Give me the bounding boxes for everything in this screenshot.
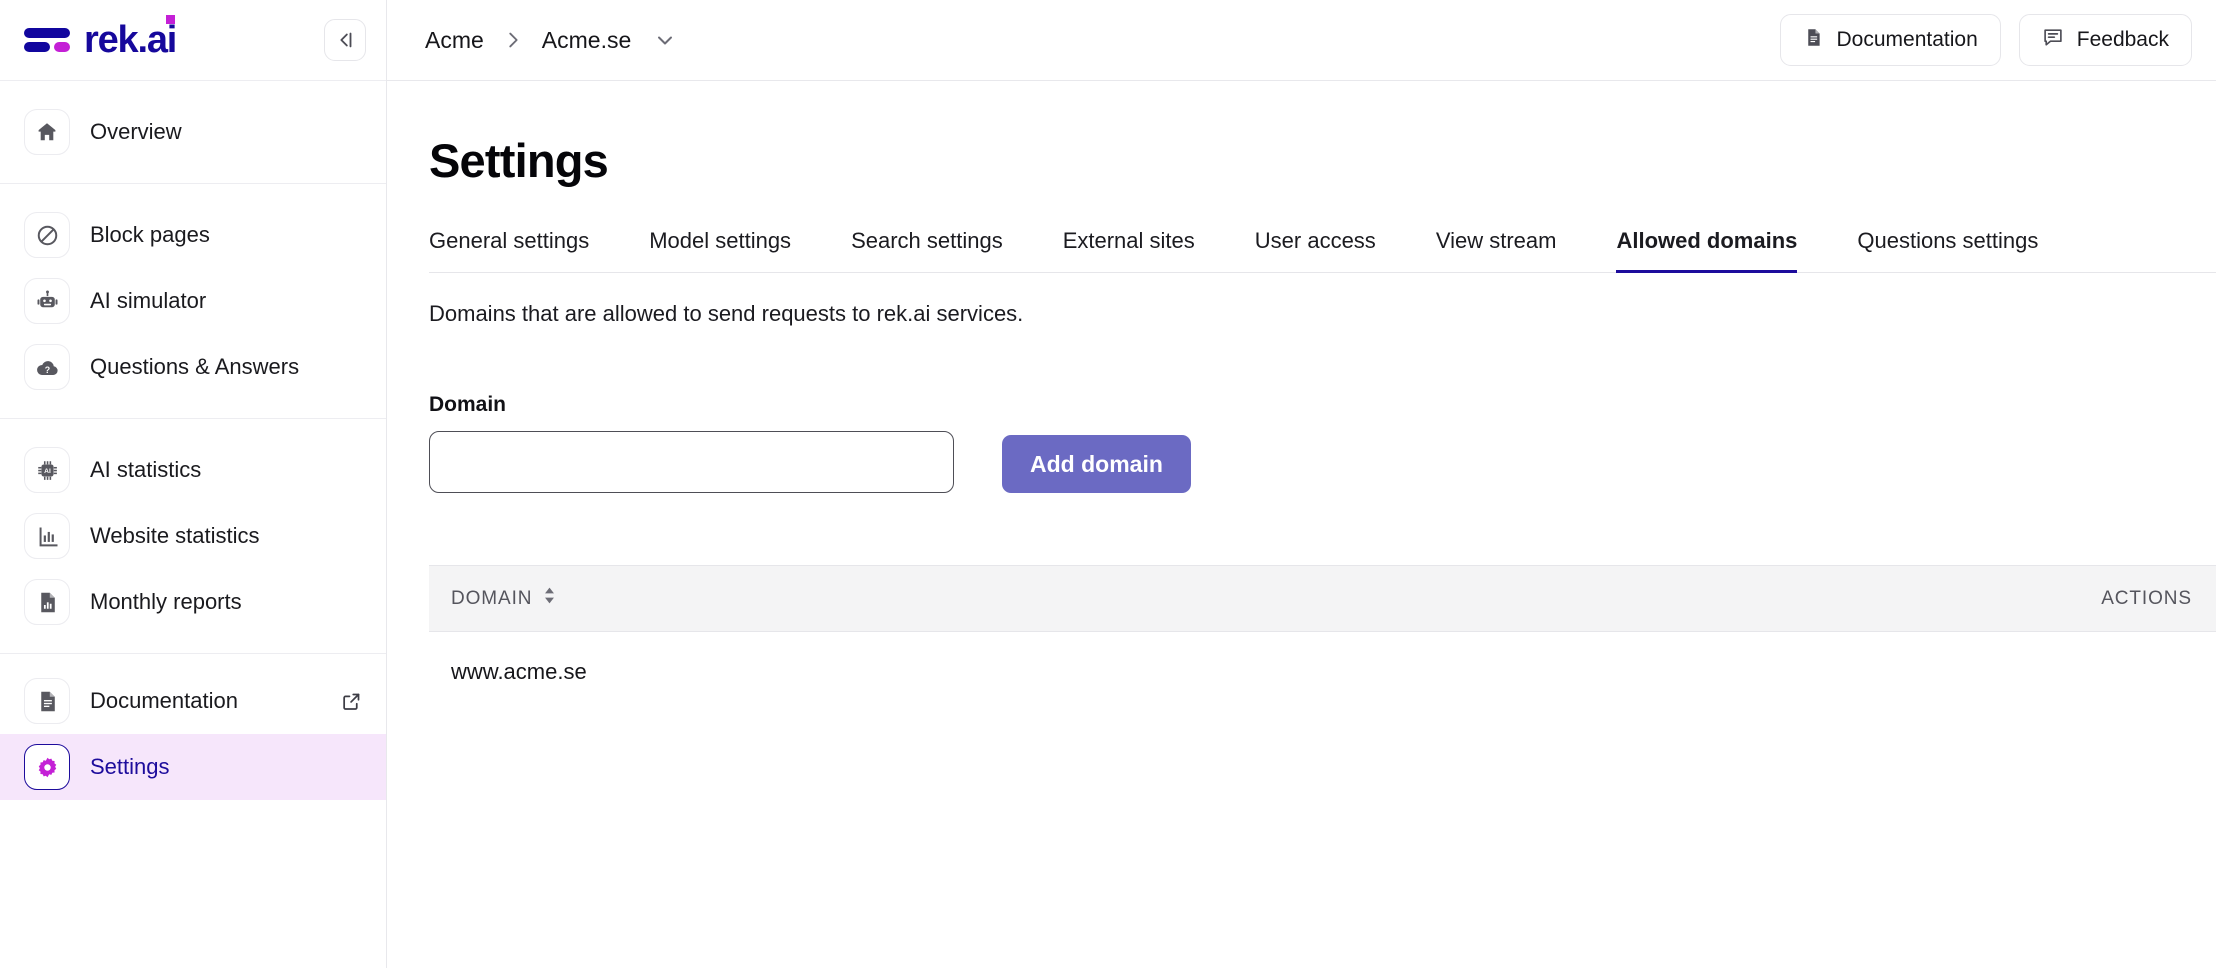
robot-icon [24,278,70,324]
sidebar-item-settings[interactable]: Settings [0,734,386,800]
report-document-icon [24,579,70,625]
sidebar-item-label: Overview [90,119,182,144]
rek-logo-mark [24,25,70,55]
svg-text:AI: AI [44,468,51,475]
tab-external-sites[interactable]: External sites [1063,228,1195,273]
domain-label: Domain [429,393,507,416]
gear-icon [24,744,70,790]
external-link-icon [341,691,362,712]
sidebar-item-questions-answers[interactable]: ? Questions & Answers [0,334,386,400]
domain-field-group: Domain [429,393,954,493]
cell-domain: www.acme.se [451,659,587,684]
breadcrumb-item-org[interactable]: Acme [425,27,484,54]
tab-user-access[interactable]: User access [1255,228,1376,273]
breadcrumb-item-site[interactable]: Acme.se [542,27,631,54]
collapse-sidebar-icon[interactable] [324,19,366,61]
document-icon [24,678,70,724]
svg-text:?: ? [44,364,49,374]
sidebar-item-documentation[interactable]: Documentation [0,668,386,734]
sort-arrows-icon [543,587,556,610]
sidebar-nav: Overview Block pages AI simulator ? Ques… [0,81,386,968]
table-header-row: DOMAIN ACTIONS [429,565,2216,632]
feedback-button[interactable]: Feedback [2018,14,2192,66]
sidebar-item-label: Settings [90,754,170,779]
tab-questions-settings[interactable]: Questions settings [1857,228,2038,273]
table-row[interactable]: www.acme.se [429,632,2216,712]
logo-dot [166,15,176,24]
brand-logo[interactable]: rek.ai [24,15,324,59]
sidebar-item-label: Documentation [90,688,238,713]
sidebar-group-1: Overview [0,81,386,183]
chevron-down-icon[interactable] [653,28,677,52]
column-header-actions: ACTIONS [2101,587,2192,609]
topbar-actions: Documentation Feedback [1779,14,2192,66]
sidebar-item-label: Website statistics [90,523,260,548]
allowed-domains-table: DOMAIN ACTIONS www.acme.se [429,565,2216,712]
sidebar-item-overview[interactable]: Overview [0,99,386,165]
sidebar-item-website-statistics[interactable]: Website statistics [0,503,386,569]
sidebar-group-2: Block pages AI simulator ? Questions & A… [0,183,386,418]
sidebar-item-monthly-reports[interactable]: Monthly reports [0,569,386,635]
chat-bubble-icon [2042,26,2064,54]
add-domain-form: Domain Add domain [429,393,2216,493]
sidebar-item-label: AI statistics [90,457,202,482]
chevron-right-icon [502,29,524,51]
ai-chip-icon: AI [24,447,70,493]
sidebar-item-label: Monthly reports [90,589,242,614]
topbar: Acme Acme.se Documentation Feedback [387,0,2216,81]
documentation-button[interactable]: Documentation [1779,14,2001,66]
main-area: Acme Acme.se Documentation Feedback Sett… [387,0,2216,968]
sidebar: rek.ai Overview Block pages AI simulator… [0,0,387,968]
home-icon [24,109,70,155]
sidebar-item-label: Block pages [90,222,210,247]
sidebar-item-label: Questions & Answers [90,354,300,379]
section-description: Domains that are allowed to send request… [429,301,1024,326]
domain-input[interactable] [429,431,954,493]
sidebar-item-block-pages[interactable]: Block pages [0,202,386,268]
sidebar-group-3: AI AI statistics Website statistics Mont… [0,418,386,653]
documentation-button-label: Documentation [1836,28,1978,51]
sidebar-item-ai-simulator[interactable]: AI simulator [0,268,386,334]
brand-name: rek.ai [84,15,177,59]
column-header-domain-label: DOMAIN [451,587,533,609]
sidebar-group-4: Documentation Settings [0,653,386,800]
sidebar-item-ai-statistics[interactable]: AI AI statistics [0,437,386,503]
app-root: rek.ai Overview Block pages AI simulator… [0,0,2216,968]
settings-tabs: General settings Model settings Search s… [429,228,2216,273]
tab-model-settings[interactable]: Model settings [649,228,791,273]
column-header-domain[interactable]: DOMAIN [451,587,556,610]
question-cloud-icon: ? [24,344,70,390]
settings-content: Settings General settings Model settings… [387,81,2216,968]
sidebar-header: rek.ai [0,0,386,81]
document-icon [1803,27,1824,54]
add-domain-button[interactable]: Add domain [1002,435,1191,493]
bar-chart-icon [24,513,70,559]
breadcrumb: Acme Acme.se [425,27,1780,54]
block-icon [24,212,70,258]
feedback-button-label: Feedback [2076,28,2169,51]
tab-allowed-domains[interactable]: Allowed domains [1616,228,1798,273]
page-title: Settings [429,134,609,187]
tab-search-settings[interactable]: Search settings [851,228,1003,273]
sidebar-item-label: AI simulator [90,288,207,313]
tab-view-stream[interactable]: View stream [1436,228,1557,273]
tab-general-settings[interactable]: General settings [429,228,589,273]
